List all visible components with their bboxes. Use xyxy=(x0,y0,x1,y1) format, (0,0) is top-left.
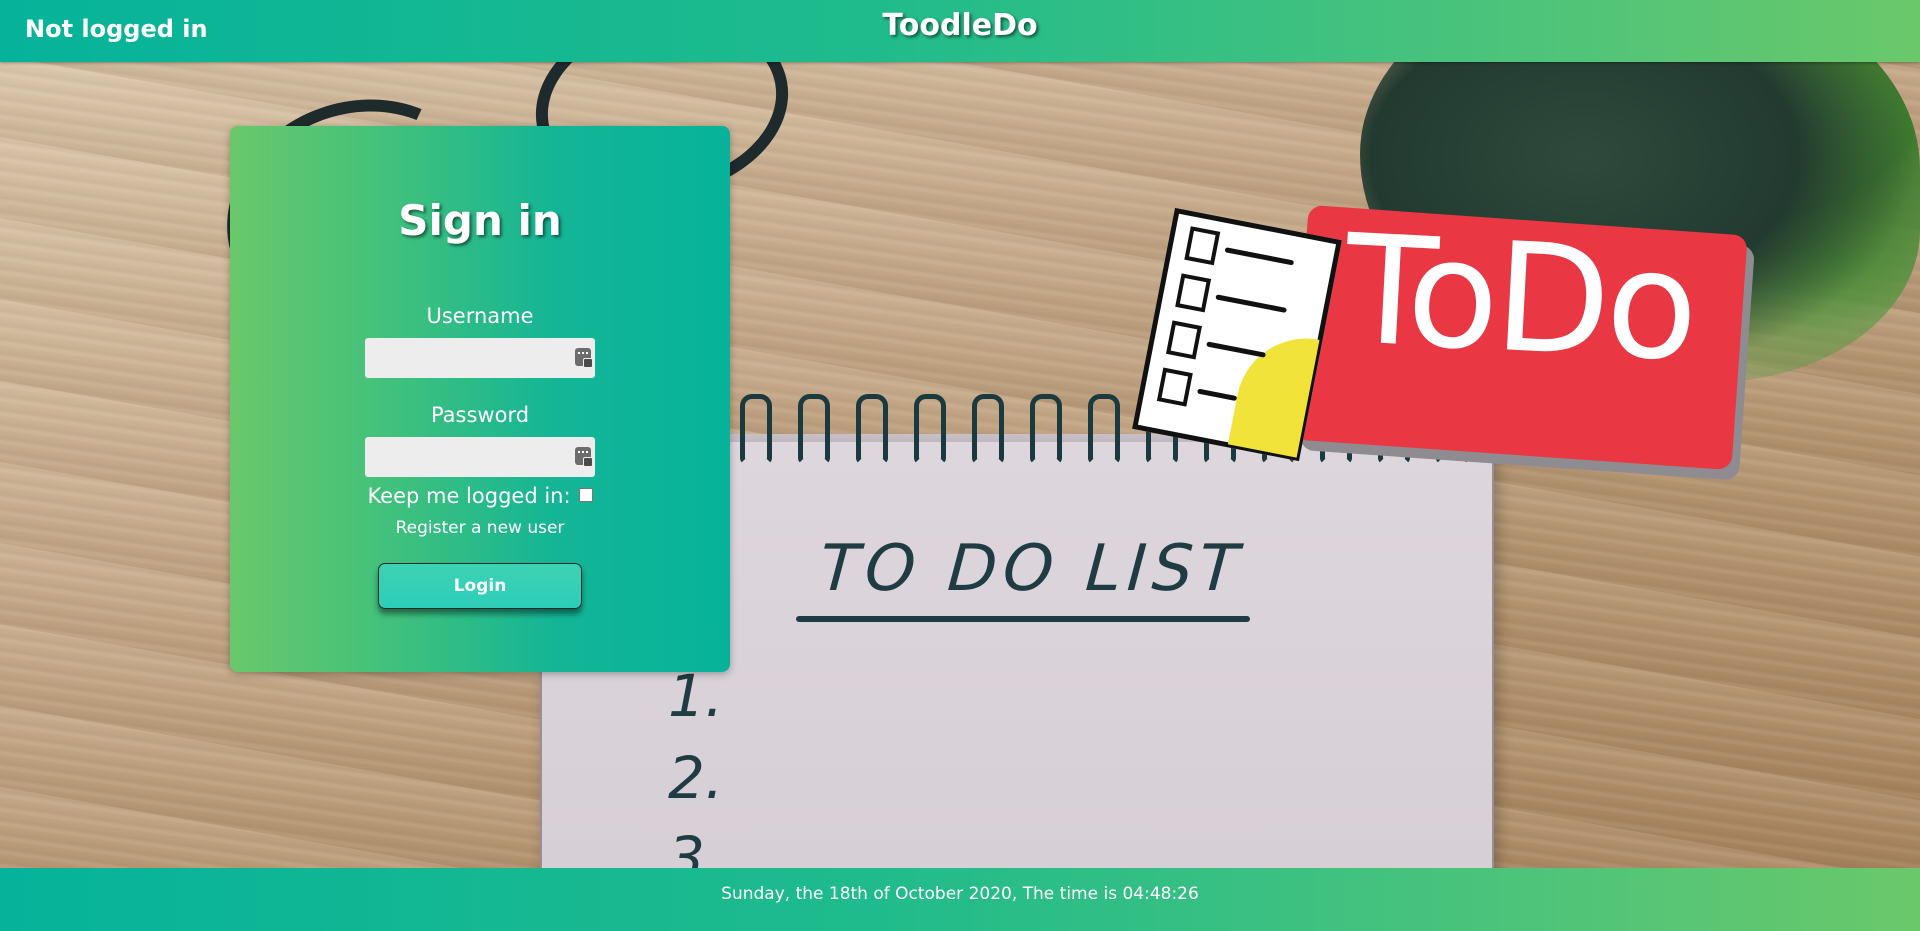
notebook-item-1: 1. xyxy=(668,662,724,730)
notebook-title: TO DO LIST xyxy=(817,532,1247,606)
notebook-spiral-ring xyxy=(740,394,772,464)
password-input[interactable] xyxy=(365,437,565,477)
notebook-spiral-ring xyxy=(856,394,888,464)
top-navbar: Not logged in ToodleDo xyxy=(0,0,1920,62)
app-title: ToodleDo xyxy=(882,8,1038,43)
keep-logged-in-label: Keep me logged in: xyxy=(367,484,571,508)
notebook-spiral-ring xyxy=(914,394,946,464)
footer-datetime: Sunday, the 18th of October 2020, The ti… xyxy=(721,884,1199,904)
notebook-spiral-ring xyxy=(798,394,830,464)
username-input[interactable] xyxy=(365,338,565,378)
password-manager-key-icon[interactable] xyxy=(575,447,593,467)
footer-bar: Sunday, the 18th of October 2020, The ti… xyxy=(0,868,1920,931)
password-label: Password xyxy=(430,403,530,427)
notebook-item-3: 3 xyxy=(668,824,705,868)
password-field-wrapper xyxy=(365,437,595,477)
keep-logged-in-checkbox[interactable] xyxy=(578,488,593,502)
register-link[interactable]: Register a new user xyxy=(230,518,730,538)
signin-title: Sign in xyxy=(398,196,562,245)
keep-logged-in-row: Keep me logged in: xyxy=(230,484,730,508)
todo-sticker-text: ToDo xyxy=(1340,202,1699,396)
signin-card: Sign in Username Password Keep me logged… xyxy=(230,126,730,672)
notebook-title-underline xyxy=(796,616,1250,622)
password-manager-key-icon[interactable] xyxy=(575,348,593,368)
notebook-spiral-ring xyxy=(972,394,1004,464)
username-label: Username xyxy=(426,304,534,328)
login-button[interactable]: Login xyxy=(378,563,582,609)
notebook-item-2: 2. xyxy=(668,744,724,812)
notebook-spiral-ring xyxy=(1030,394,1062,464)
notebook-spiral-ring xyxy=(1088,394,1120,464)
username-field-wrapper xyxy=(365,338,595,378)
